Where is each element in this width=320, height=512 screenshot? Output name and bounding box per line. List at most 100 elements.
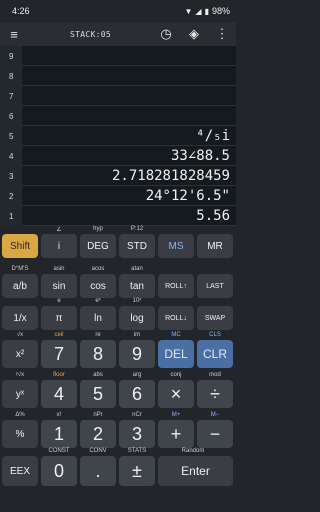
key-y-button[interactable]: yˣ (2, 380, 38, 408)
key-secondary-label: M+ (171, 412, 181, 418)
key-roll-button[interactable]: ROLL↓ (158, 306, 194, 330)
key-symbol-5-button[interactable]: ÷ (197, 380, 233, 408)
stack-row-index: 1 (0, 206, 22, 226)
key-secondary-label: hyp (93, 226, 103, 232)
key-secondary-label: abs (93, 372, 103, 378)
stack-row-index: 4 (0, 146, 22, 166)
key-ab-button[interactable]: a/b (2, 274, 38, 298)
key-ln-button[interactable]: ln (80, 306, 116, 330)
key-secondary-label: nPr (93, 412, 103, 418)
key-mr-button[interactable]: MR (197, 234, 233, 258)
stack-row[interactable]: 6 (0, 106, 236, 126)
stack-row[interactable]: 1 5.56 (0, 206, 236, 226)
key-7-button[interactable]: 7 (41, 340, 77, 368)
key-secondary-label: mod (209, 372, 221, 378)
key-std-button[interactable]: STD (119, 234, 155, 258)
key-symbol-3-button[interactable]: ± (119, 456, 155, 486)
key-secondary-label: CONST (48, 448, 70, 454)
key-eex-button[interactable]: EEX (2, 456, 38, 486)
stack-row-value: 33∠88.5 (170, 148, 230, 164)
wifi-icon: ▼ (184, 6, 193, 16)
stack-row[interactable]: 9 (0, 46, 236, 66)
key-roll-button[interactable]: ROLL↑ (158, 274, 194, 298)
key-4-button[interactable]: 4 (41, 380, 77, 408)
key-symbol-1-button[interactable]: π (41, 306, 77, 330)
key-9-button[interactable]: 9 (119, 340, 155, 368)
stack-row-index: 9 (0, 46, 22, 66)
key-clr-button[interactable]: CLR (197, 340, 233, 368)
key-symbol-4-button[interactable]: × (158, 380, 194, 408)
key-i-button[interactable]: i (41, 234, 77, 258)
key-5-button[interactable]: 5 (80, 380, 116, 408)
key-secondary-label: CONV (89, 448, 107, 454)
stack-row[interactable]: 7 (0, 86, 236, 106)
key-secondary-label: e (57, 298, 61, 304)
key-sin-button[interactable]: sin (41, 274, 77, 298)
key-secondary-label: Δ% (15, 412, 25, 418)
hamburger-menu-icon[interactable]: ≡ (0, 22, 28, 46)
key-symbol-4-button[interactable]: + (158, 420, 194, 448)
layers-icon[interactable]: ◈ (180, 22, 208, 46)
stack-row[interactable]: 8 (0, 66, 236, 86)
key-secondary-label: CLS (209, 332, 221, 338)
key-secondary-label: asin (53, 266, 65, 272)
key-cos-button[interactable]: cos (80, 274, 116, 298)
stack-row[interactable]: 5 ⁴/₅i (0, 126, 236, 146)
key-secondary-label: arg (132, 372, 142, 378)
key-symbol-0-button[interactable]: % (2, 420, 38, 448)
key-1x-button[interactable]: 1/x (2, 306, 38, 330)
key-secondary-label: Random (181, 448, 205, 454)
keypad: ∠ hyp P:12 Shift i DEG STD MS MR D°M'S asin acos ata… (0, 226, 236, 512)
key-del-button[interactable]: DEL (158, 340, 194, 368)
key-symbol-5-button[interactable]: − (197, 420, 233, 448)
key-8-button[interactable]: 8 (80, 340, 116, 368)
key-secondary-label: eˣ (95, 298, 101, 304)
key-symbol-2-button[interactable]: . (80, 456, 116, 486)
stack-row-value: 24°12'6.5" (145, 188, 230, 204)
stack-row-value: ⁴/₅i (196, 128, 230, 144)
key-3-button[interactable]: 3 (119, 420, 155, 448)
key-secondary-label: 10ˣ (132, 298, 142, 304)
status-bar: 4:26 ▼ ◢ ▮ 98% (0, 0, 236, 22)
battery-icon: ▮ (204, 6, 209, 16)
key-secondary-label: conj (170, 372, 182, 378)
key-secondary-label: MC (171, 332, 181, 338)
key-ms-button[interactable]: MS (158, 234, 194, 258)
key-1-button[interactable]: 1 (41, 420, 77, 448)
stack-row-index: 3 (0, 166, 22, 186)
key-secondary-label: D°M'S (11, 266, 29, 272)
key-secondary-label: atan (131, 266, 143, 272)
key-0-button[interactable]: 0 (41, 456, 77, 486)
key-6-button[interactable]: 6 (119, 380, 155, 408)
key-last-button[interactable]: LAST (197, 274, 233, 298)
key-secondary-label: √x (16, 332, 24, 338)
key-shift-button[interactable]: Shift (2, 234, 38, 258)
stack-display[interactable]: 9 8 7 6 5 ⁴/₅i 4 33∠88.5 3 2.718281828459 2 24°12'6… (0, 46, 236, 226)
key-secondary-label: nCr (132, 412, 142, 418)
status-icons: ▼ ◢ ▮ 98% (185, 6, 231, 16)
stack-row[interactable]: 2 24°12'6.5" (0, 186, 236, 206)
stack-row-index: 6 (0, 106, 22, 126)
key-log-button[interactable]: log (119, 306, 155, 330)
key-secondary-label: STATS (127, 448, 147, 454)
more-vertical-icon[interactable]: ⋮ (208, 22, 236, 46)
key-secondary-label: ceil (54, 332, 64, 338)
key-2-button[interactable]: 2 (80, 420, 116, 448)
key-x-button[interactable]: x² (2, 340, 38, 368)
key-tan-button[interactable]: tan (119, 274, 155, 298)
battery-percent: 98% (211, 6, 230, 16)
clock-icon[interactable]: ◷ (152, 22, 180, 46)
key-secondary-label: ∠ (56, 227, 62, 233)
key-secondary-label: M− (210, 412, 220, 418)
stack-row-index: 5 (0, 126, 22, 146)
key-enter-button[interactable]: Enter (158, 456, 233, 486)
key-secondary-label: acos (91, 266, 105, 272)
stack-row[interactable]: 3 2.718281828459 (0, 166, 236, 186)
stack-row[interactable]: 4 33∠88.5 (0, 146, 236, 166)
stack-row-index: 8 (0, 66, 22, 86)
toolbar: ≡ STACK:05 ◷ ◈ ⋮ (0, 22, 236, 46)
key-swap-button[interactable]: SWAP (197, 306, 233, 330)
key-deg-button[interactable]: DEG (80, 234, 116, 258)
stack-row-index: 7 (0, 86, 22, 106)
status-time: 4:26 (12, 6, 30, 16)
